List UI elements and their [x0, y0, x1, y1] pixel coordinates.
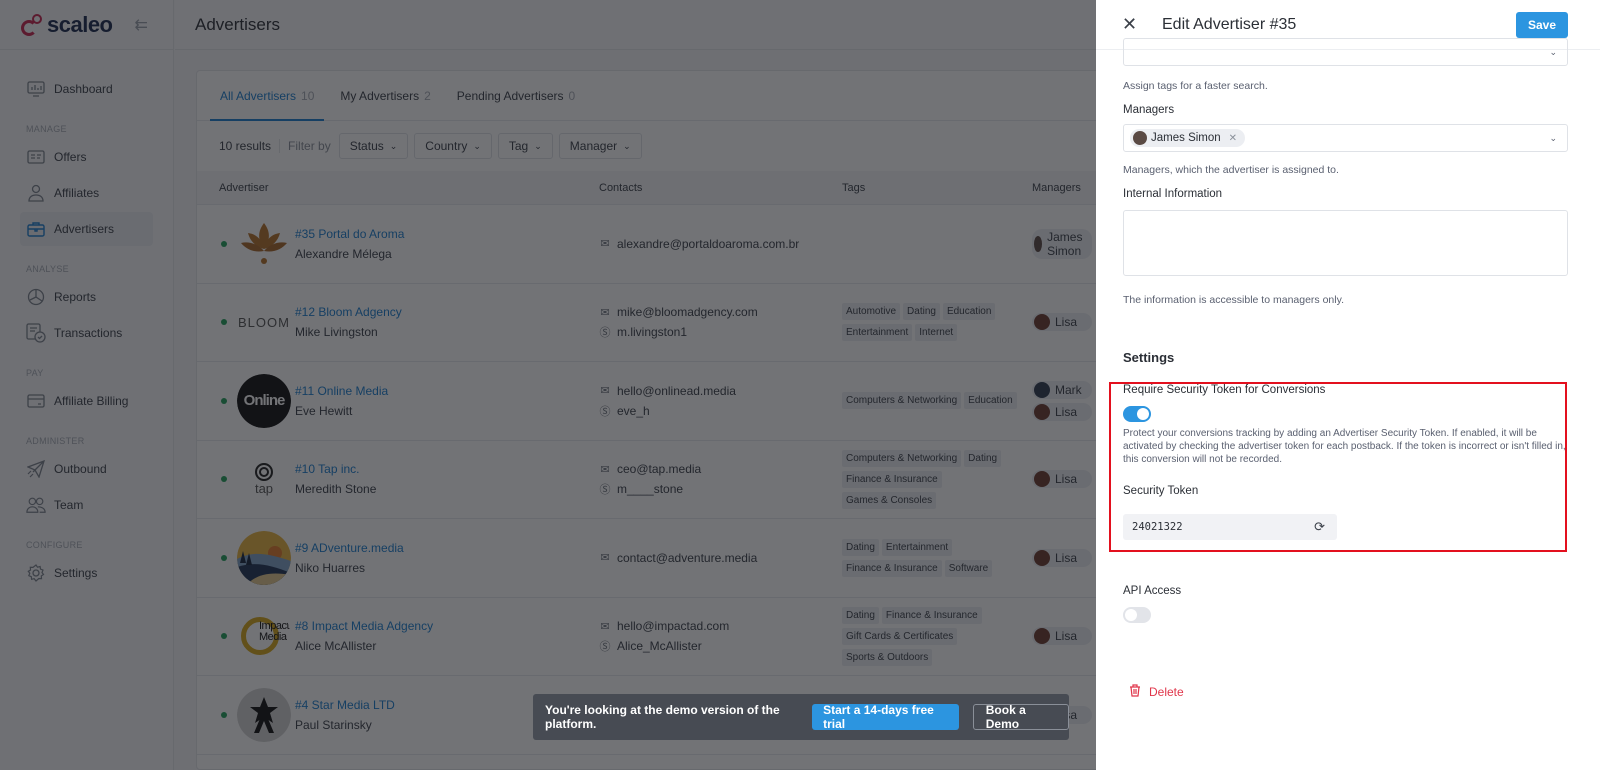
- manager-chip: James Simon ✕: [1130, 129, 1246, 147]
- close-icon[interactable]: ✕: [1122, 14, 1138, 35]
- managers-hint: Managers, which the advertiser is assign…: [1123, 164, 1339, 176]
- api-access-toggle[interactable]: [1123, 607, 1151, 623]
- demo-banner: You're looking at the demo version of th…: [533, 694, 1070, 740]
- api-access-label: API Access: [1123, 585, 1182, 597]
- security-token-toggle-label: Require Security Token for Conversions: [1123, 384, 1326, 396]
- demo-banner-text: You're looking at the demo version of th…: [545, 703, 780, 731]
- internal-info-label: Internal Information: [1123, 188, 1223, 200]
- remove-manager-icon[interactable]: ✕: [1229, 133, 1237, 144]
- managers-select[interactable]: James Simon ✕ ⌄: [1123, 124, 1568, 152]
- manager-chip-name: James Simon: [1151, 132, 1221, 144]
- toggle-knob: [1125, 609, 1137, 621]
- security-token-toggle[interactable]: [1123, 406, 1151, 422]
- chevron-down-icon: ⌄: [1549, 132, 1557, 143]
- book-demo-button[interactable]: Book a Demo: [972, 703, 1070, 731]
- internal-info-hint: The information is accessible to manager…: [1123, 294, 1344, 306]
- delete-button[interactable]: Delete: [1129, 684, 1184, 700]
- toggle-knob: [1137, 408, 1149, 420]
- tags-select[interactable]: ⌄: [1123, 38, 1568, 66]
- delete-label: Delete: [1149, 685, 1184, 699]
- chevron-down-icon: ⌄: [1549, 46, 1557, 57]
- save-button[interactable]: Save: [1515, 12, 1568, 38]
- drawer-title: Edit Advertiser #35: [1162, 15, 1297, 33]
- security-token-value: 24021322: [1132, 521, 1183, 533]
- trash-icon: [1129, 684, 1141, 700]
- managers-label: Managers: [1123, 104, 1175, 116]
- avatar: [1133, 131, 1147, 145]
- tags-hint: Assign tags for a faster search.: [1123, 80, 1268, 92]
- internal-info-textarea[interactable]: [1123, 210, 1568, 276]
- security-token-description: Protect your conversions tracking by add…: [1123, 428, 1566, 465]
- edit-advertiser-drawer: ✕ Edit Advertiser #35 Save ⌄ Assign tags…: [1096, 0, 1600, 770]
- refresh-token-icon[interactable]: ⟳: [1314, 520, 1325, 535]
- security-token-label: Security Token: [1123, 485, 1199, 497]
- start-trial-button[interactable]: Start a 14-days free trial: [812, 703, 959, 731]
- settings-heading: Settings: [1123, 350, 1175, 365]
- security-token-field[interactable]: 24021322 ⟳: [1123, 514, 1337, 540]
